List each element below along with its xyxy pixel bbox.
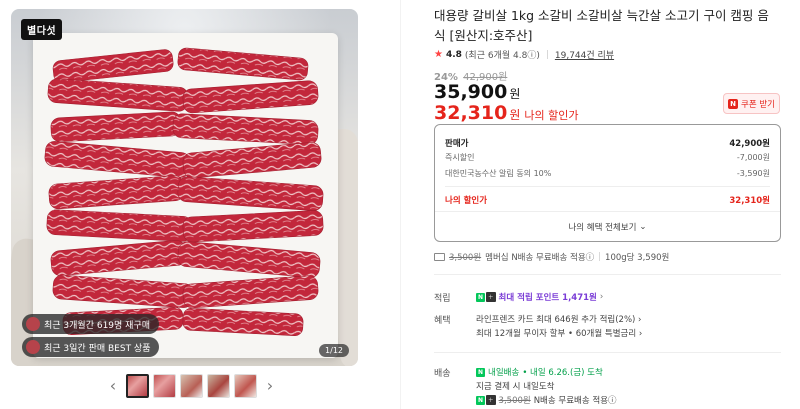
membership-icon: ＋ (486, 292, 496, 302)
column-divider (400, 0, 401, 409)
rating-value: 4.8 (445, 49, 462, 60)
pill-thumbnail-icon (26, 317, 40, 331)
breakdown-value: -3,590원 (736, 169, 770, 178)
delivery-date: • 내일 6.26.(금) 도착 (522, 368, 603, 378)
unit-price: 100g당 3,590원 (605, 253, 670, 263)
chevron-right-icon[interactable]: › (261, 374, 279, 398)
coupon-label: 쿠폰 받기 (741, 99, 775, 110)
my-price-value: 32,310 (434, 102, 508, 124)
breakdown-divider (445, 186, 770, 187)
delivery-label: 배송 (434, 369, 451, 379)
card-benefit-line-2[interactable]: 최대 12개월 무이자 할부 • 60개월 특별금리 › (476, 327, 642, 339)
breakdown-row-instant: 즉시할인 -7,000원 (445, 152, 770, 163)
delivery-line-2: 지금 결제 시 내일도착 (476, 382, 555, 392)
meat-illustration (44, 47, 324, 337)
card-benefit-label: 혜택 (434, 316, 451, 326)
truck-icon (434, 253, 445, 261)
breakdown-label: 즉시할인 (445, 153, 475, 162)
naver-n-icon: N (476, 367, 486, 377)
review-count-link[interactable]: 19,744건 리뷰 (555, 48, 614, 61)
points-row[interactable]: N ＋ 최대 적립 포인트 1,471원 › (476, 291, 603, 303)
shipping-divider: | (598, 252, 602, 262)
breakdown-row-sale: 판매가 42,900원 (445, 137, 770, 149)
repurchase-text: 최근 3개월간 619명 재구매 (44, 320, 151, 331)
section-divider (434, 274, 781, 275)
delivery-tag: 내일배송 (488, 368, 520, 378)
breakdown-total-label: 나의 할인가 (445, 196, 488, 206)
npay-badge: N ＋ (476, 395, 496, 405)
view-all-label: 나의 혜택 전체보기 (568, 222, 637, 233)
thumbnail-1[interactable] (126, 374, 149, 398)
npay-badge: N ＋ (476, 292, 496, 302)
points-text: 최대 적립 포인트 1,471원 (498, 293, 597, 303)
best-seller-pill: 최근 3일간 판매 BEST 상품 (22, 337, 160, 357)
chevron-right-icon: › (599, 292, 604, 302)
breakdown-row-total: 나의 할인가 32,310원 (445, 194, 770, 206)
thumbnail-4[interactable] (207, 374, 230, 398)
breakdown-value: -7,000원 (736, 153, 770, 162)
breakdown-total-value: 32,310원 (729, 196, 770, 206)
thumbnail-3[interactable] (180, 374, 203, 398)
sale-price-currency: 원 (509, 87, 521, 101)
shipping-old-fee: 3,500원 (449, 253, 482, 263)
chevron-left-icon[interactable]: ‹ (104, 374, 122, 398)
chevron-down-icon: ⌄ (639, 221, 647, 232)
pill-thumbnail-icon (26, 340, 40, 354)
points-label: 적립 (434, 294, 451, 304)
delivery-line-3: N ＋ 3,500원 N배송 무료배송 적용ⓘ (476, 394, 617, 406)
sale-price: 35,900 원 (434, 81, 520, 103)
repurchase-pill: 최근 3개월간 619명 재구매 (22, 314, 160, 334)
breakdown-label: 대한민국농수산 알림 동의 10% (445, 169, 552, 178)
star-icon: ★ (434, 49, 443, 60)
naver-n-icon: N (476, 292, 486, 302)
rating-recent[interactable]: (최근 6개월 4.8ⓘ) (465, 48, 540, 61)
image-counter: 1/12 (319, 344, 349, 357)
view-all-benefits-button[interactable]: 나의 혜택 전체보기 ⌄ (435, 211, 780, 241)
price-breakdown-box: 판매가 42,900원 즉시할인 -7,000원 대한민국농수산 알림 동의 1… (434, 124, 781, 242)
rating-row: ★ 4.8 (최근 6개월 4.8ⓘ) | 19,744건 리뷰 (434, 48, 614, 61)
thumbnail-5[interactable] (234, 374, 257, 398)
breakdown-row-alert: 대한민국농수산 알림 동의 10% -3,590원 (445, 168, 770, 179)
best-seller-text: 최근 3일간 판매 BEST 상품 (44, 343, 151, 354)
product-title: 대용량 갈비살 1kg 소갈비 소갈비살 늑간살 소고기 구이 캠핑 음식 [원… (434, 8, 769, 43)
my-price-label: 나의 할인가 (524, 109, 579, 122)
delivery-old-fee: 3,500원 (498, 396, 531, 406)
rating-divider: | (545, 49, 549, 60)
thumbnail-2[interactable] (153, 374, 176, 398)
thumbnail-strip: ‹ › (104, 374, 279, 398)
naver-n-icon: N (476, 395, 486, 405)
breakdown-value: 42,900원 (729, 139, 770, 149)
delivery-free-text[interactable]: N배송 무료배송 적용ⓘ (534, 394, 617, 406)
delivery-row: N 내일배송 • 내일 6.26.(금) 도착 (476, 366, 603, 378)
breakdown-label: 판매가 (445, 139, 469, 149)
product-main-image[interactable]: 별다섯 최근 3개월간 619명 재구매 최근 3일간 판매 BEST 상품 1… (11, 9, 358, 366)
my-discount-price: 32,310 원 나의 할인가 (434, 102, 578, 124)
npay-badge: N (476, 367, 486, 377)
naver-n-icon: N (728, 98, 738, 109)
shipping-text[interactable]: 멤버십 N배송 무료배송 적용ⓘ (485, 251, 594, 263)
my-price-currency: 원 (509, 108, 521, 122)
shipping-summary: 3,500원 멤버십 N배송 무료배송 적용ⓘ | 100g당 3,590원 (434, 251, 669, 263)
membership-icon: ＋ (486, 395, 496, 405)
sale-price-value: 35,900 (434, 81, 508, 103)
coupon-button[interactable]: N 쿠폰 받기 (723, 93, 780, 114)
card-benefit-line-1[interactable]: 라인프렌즈 카드 최대 646원 추가 적립(2%) › (476, 313, 641, 325)
brand-badge: 별다섯 (21, 19, 63, 40)
section-divider (434, 352, 781, 353)
